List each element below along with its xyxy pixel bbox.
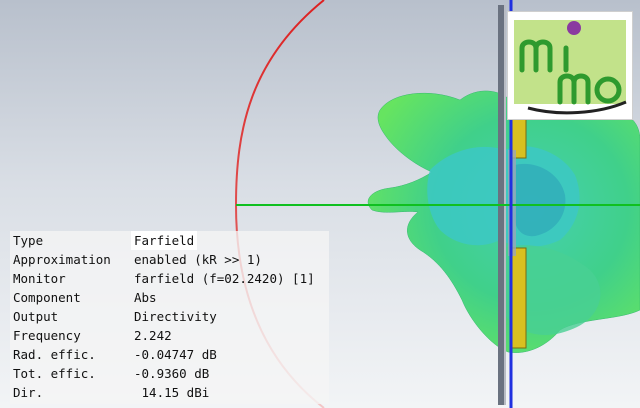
info-label: Approximation <box>13 252 111 267</box>
info-label: Output <box>13 309 59 324</box>
info-value: Abs <box>134 290 157 305</box>
info-label: Type <box>13 233 44 248</box>
info-label: Dir. <box>13 385 44 400</box>
info-value: -0.9360 dB <box>134 366 210 381</box>
3d-viewport[interactable]: Type Farfield Approximation enabled (kR … <box>0 0 640 408</box>
info-label: Monitor <box>13 271 66 286</box>
info-value: farfield (f=02.2420) [1] <box>134 271 315 286</box>
antenna-element-bottom <box>511 247 527 349</box>
info-label: Frequency <box>13 328 81 343</box>
info-label: Tot. effic. <box>13 366 96 381</box>
info-value: Farfield <box>131 231 198 250</box>
info-value: enabled (kR >> 1) <box>134 252 262 267</box>
info-value: 14.15 dBi <box>134 385 210 400</box>
info-value: 2.242 <box>134 328 172 343</box>
info-label: Rad. effic. <box>13 347 96 362</box>
info-value: -0.04747 dB <box>134 347 217 362</box>
mimo-logo <box>507 11 633 120</box>
farfield-info-panel: Type Farfield Approximation enabled (kR … <box>10 231 329 404</box>
info-value: Directivity <box>134 309 217 324</box>
info-label: Component <box>13 290 81 305</box>
mimo-logo-graphic <box>514 20 627 115</box>
